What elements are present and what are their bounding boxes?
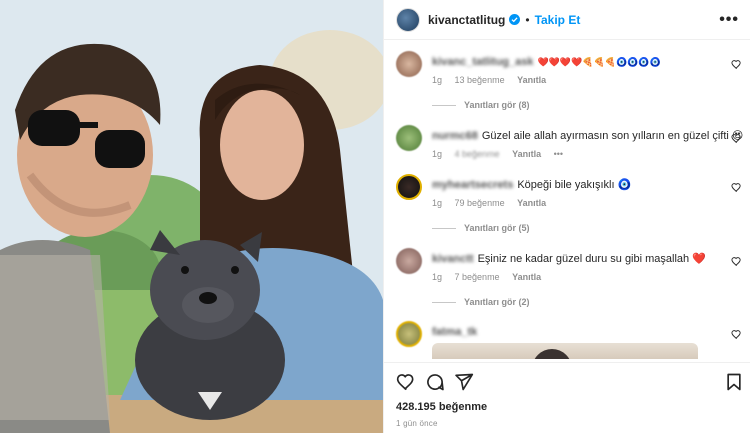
- comment-avatar[interactable]: [396, 51, 422, 77]
- share-icon[interactable]: [454, 372, 474, 392]
- post-time: 1 gün önce: [396, 419, 438, 428]
- comment-likes[interactable]: 7 beğenme: [455, 272, 500, 282]
- comment-likes[interactable]: 79 beğenme: [455, 198, 505, 208]
- comment-time: 1g: [432, 272, 443, 282]
- verified-badge-icon: [509, 14, 521, 25]
- comment-time: 1g: [432, 75, 443, 85]
- comment-username[interactable]: fatma_tk: [432, 326, 477, 338]
- comment-icon[interactable]: [425, 372, 445, 392]
- comment-likes[interactable]: 13 beğenme: [455, 75, 505, 85]
- follow-button[interactable]: Takip Et: [535, 13, 581, 27]
- post-photo: [0, 0, 383, 433]
- comment-username[interactable]: kivanctt: [432, 253, 474, 265]
- comment-text: Güzel aile allah ayırmasın son yılların …: [481, 130, 744, 142]
- comment-username[interactable]: nurmc68: [432, 130, 478, 142]
- header-separator: •: [525, 12, 530, 27]
- comment-avatar[interactable]: [396, 248, 422, 274]
- comments-list: kivanc_tatlitug_ask ❤️❤️❤️❤️🍕🍕🍕🧿🧿🧿🧿 1g 13…: [384, 41, 750, 359]
- likes-count[interactable]: 428.195 beğenme: [396, 401, 487, 413]
- heart-icon[interactable]: [731, 59, 742, 70]
- reply-button[interactable]: Yanıtla: [517, 75, 546, 85]
- comment-avatar[interactable]: [396, 174, 422, 200]
- comment-text: Köpeği bile yakışıklı 🧿: [517, 179, 632, 191]
- view-replies-button[interactable]: Yanıtları gör (8): [432, 100, 530, 110]
- comment-image[interactable]: [432, 343, 698, 359]
- reply-button[interactable]: Yanıtla: [517, 198, 546, 208]
- like-icon[interactable]: [396, 372, 416, 392]
- comment-text: Eşiniz ne kadar güzel duru su gibi maşal…: [477, 253, 706, 265]
- comment-more-button[interactable]: •••: [554, 149, 563, 159]
- reply-button[interactable]: Yanıtla: [512, 149, 541, 159]
- comment-text: ❤️❤️❤️❤️🍕🍕🍕🧿🧿🧿🧿: [537, 57, 661, 67]
- comment-time: 1g: [432, 149, 443, 159]
- comment-time: 1g: [432, 198, 443, 208]
- view-replies-button[interactable]: Yanıtları gör (5): [432, 223, 530, 233]
- action-bar: [384, 362, 750, 398]
- reply-button[interactable]: Yanıtla: [512, 272, 541, 282]
- bookmark-icon[interactable]: [724, 372, 744, 392]
- comment-likes[interactable]: 4 beğenme: [455, 149, 500, 159]
- comment-username[interactable]: myheartsecrets: [432, 179, 513, 191]
- author-avatar[interactable]: [396, 7, 420, 32]
- heart-icon[interactable]: [731, 329, 742, 340]
- comment-avatar[interactable]: [396, 321, 422, 347]
- comment-username[interactable]: kivanc_tatlitug_ask: [432, 56, 534, 68]
- heart-icon[interactable]: [731, 133, 742, 144]
- heart-icon[interactable]: [731, 182, 742, 193]
- view-replies-button[interactable]: Yanıtları gör (2): [432, 297, 530, 307]
- post-header: kivanctatlitug • Takip Et •••: [384, 0, 750, 40]
- heart-icon[interactable]: [731, 256, 742, 267]
- photo-illustration: [0, 0, 383, 433]
- comment-avatar[interactable]: [396, 125, 422, 151]
- more-options-button[interactable]: •••: [719, 11, 739, 29]
- post-sidebar: kivanctatlitug • Takip Et ••• kivanc_tat…: [383, 0, 750, 433]
- author-username[interactable]: kivanctatlitug: [428, 13, 505, 27]
